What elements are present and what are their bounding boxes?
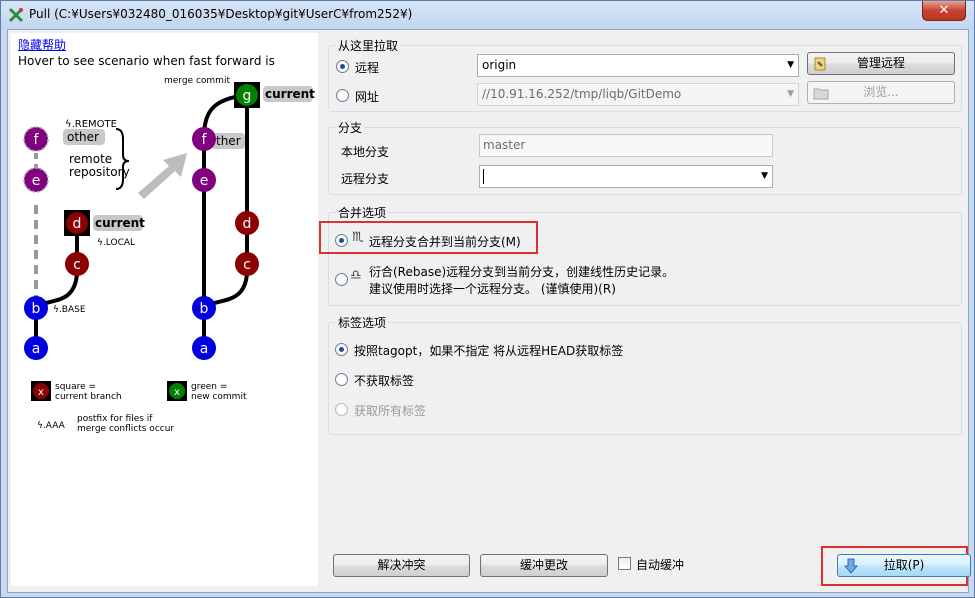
other-tag-left-label: other (67, 130, 99, 144)
pull-dialog: Pull (C:¥Users¥032480_016035¥Desktop¥git… (0, 0, 975, 598)
node-a-left-label: a (32, 341, 41, 357)
local-marker: ϟ.LOCAL (97, 238, 135, 248)
tag-opt1-label: 按照tagopt，如果不指定 将从远程HEAD获取标签 (354, 344, 624, 358)
chevron-down-icon: ▼ (787, 60, 794, 70)
url-combo-value: //10.91.16.252/tmp/liqb/GitDemo (482, 87, 682, 101)
node-g-label: g (243, 88, 252, 104)
current-tag-right-label: current (265, 87, 315, 101)
title-bar: Pull (C:¥Users¥032480_016035¥Desktop¥git… (1, 1, 974, 29)
rebase-label-line2: 建议使用时选择一个远程分支。 (谨慎使用)(R) (369, 282, 616, 296)
merge-icon: ♏ (352, 230, 364, 245)
remote-repo-text-1: remote (69, 152, 112, 166)
browse-label: 浏览... (863, 85, 899, 99)
node-d-right-label: d (243, 216, 252, 232)
chevron-down-icon: ▼ (787, 89, 794, 99)
local-branch-label: 本地分支 (341, 145, 390, 159)
tag-opt2-radio[interactable] (335, 373, 348, 386)
remote-combo[interactable]: origin ▼ (477, 54, 799, 77)
close-button[interactable]: ✕ (922, 1, 966, 21)
text-cursor (483, 169, 484, 184)
remote-branch-label: 远程分支 (341, 172, 390, 186)
rebase-icon: ♎ (350, 268, 362, 283)
remote-manage-icon (814, 57, 826, 71)
node-e-left-label: e (32, 173, 41, 189)
autostash-label: 自动缓冲 (636, 558, 685, 572)
node-b-left-label: b (32, 301, 41, 317)
autostash-checkbox[interactable] (618, 557, 631, 570)
branch-title: 分支 (336, 119, 365, 136)
merge-options-title: 合并选项 (336, 204, 389, 221)
remote-repo-text-2: repository (69, 165, 130, 179)
stash-button[interactable]: 缓冲更改 (480, 554, 608, 577)
tag-options-title: 标签选项 (336, 314, 389, 331)
node-d-left-label: d (73, 216, 82, 232)
tag-opt1-radio[interactable] (335, 343, 348, 356)
other-tag-right-label: ther (216, 134, 241, 148)
legend-green-node-label: x (174, 387, 180, 398)
window-title: Pull (C:¥Users¥032480_016035¥Desktop¥git… (29, 7, 413, 21)
remote-radio[interactable] (336, 60, 349, 73)
pull-label: 拉取(P) (883, 558, 925, 572)
browse-button[interactable]: 浏览... (807, 81, 955, 104)
manage-remotes-button[interactable]: 管理远程 (807, 52, 955, 75)
url-label: 网址 (355, 90, 380, 104)
rebase-radio[interactable] (335, 273, 348, 286)
remote-marker: ϟ.REMOTE (65, 119, 117, 130)
merge-radio[interactable] (335, 234, 348, 247)
remote-combo-value: origin (482, 58, 517, 72)
node-b-right-label: b (200, 301, 209, 317)
base-marker: ϟ.BASE (53, 305, 86, 315)
tag-opt3-radio[interactable] (335, 403, 348, 416)
legend-postfix-2: merge conflicts occur (77, 424, 174, 434)
pull-from-title: 从这里拉取 (336, 37, 401, 54)
current-tag-left-label: current (95, 216, 145, 230)
legend-aaa: ϟ.AAA (37, 421, 66, 431)
git-app-icon (8, 7, 24, 23)
arrow-down-icon (843, 558, 859, 574)
remote-label: 远程 (355, 61, 380, 75)
url-radio[interactable] (336, 89, 349, 102)
legend-square-node-label: x (38, 387, 44, 398)
folder-icon (813, 88, 829, 100)
tag-opt2-label: 不获取标签 (354, 374, 415, 388)
node-e-right-label: e (200, 173, 209, 189)
legend-square-text-2: current branch (55, 392, 122, 402)
rebase-label-line1: 衍合(Rebase)远程分支到当前分支，创建线性历史记录。 (369, 265, 675, 279)
chevron-down-icon: ▼ (761, 171, 768, 181)
manage-remotes-label: 管理远程 (856, 56, 905, 70)
help-panel: 隐藏帮助 Hover to see scenario when fast for… (11, 33, 318, 586)
legend-postfix-1: postfix for files if (77, 414, 153, 424)
transition-arrow (138, 153, 187, 199)
merge-commit-caption: merge commit (164, 76, 230, 86)
resolve-button[interactable]: 解决冲突 (333, 554, 470, 577)
node-a-right-label: a (200, 341, 209, 357)
tag-opt3-label: 获取所有标签 (354, 404, 427, 418)
dialog-body: 隐藏帮助 Hover to see scenario when fast for… (7, 29, 971, 593)
legend-square-text-1: square = (55, 382, 96, 392)
merge-label: 远程分支合并到当前分支(M) (369, 235, 521, 249)
local-branch-field: master (479, 134, 773, 157)
remote-branch-combo[interactable]: ▼ (479, 165, 773, 188)
legend-green-text-2: new commit (191, 392, 247, 402)
legend-green-text-1: green = (191, 382, 227, 392)
node-c-left-label: c (73, 257, 81, 273)
url-combo[interactable]: //10.91.16.252/tmp/liqb/GitDemo ▼ (477, 83, 799, 106)
pull-button[interactable]: 拉取(P) (837, 554, 971, 577)
scenario-diagram: ϟ.REMOTE f other remote repository e d c… (23, 76, 315, 434)
node-c-right-label: c (243, 257, 251, 273)
